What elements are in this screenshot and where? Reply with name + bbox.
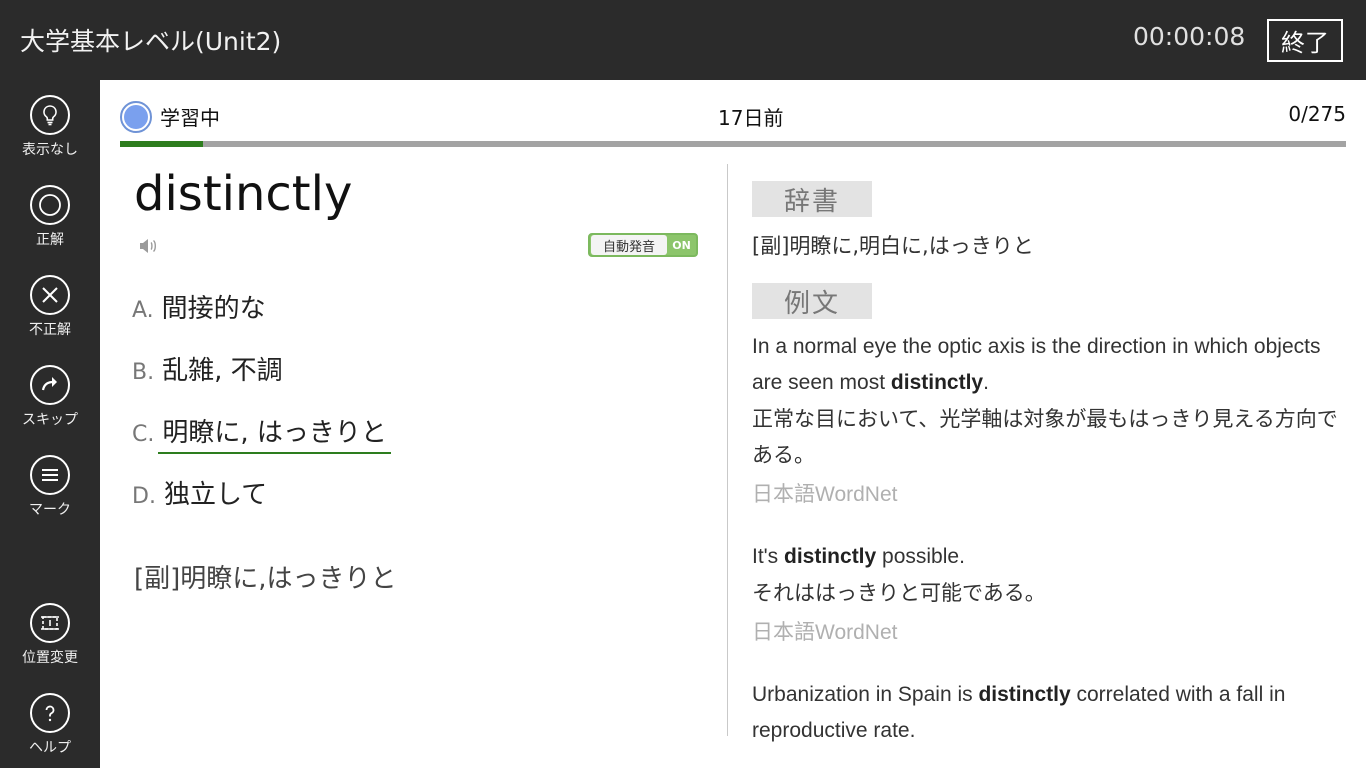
choice-letter: A. [132, 298, 154, 323]
choice-d[interactable]: D. 独立して [132, 474, 267, 511]
choice-letter: C. [132, 422, 155, 447]
progress-count: 0/275 [1288, 102, 1346, 126]
sidebar-item-skip[interactable]: スキップ [0, 365, 100, 445]
auto-pronounce-toggle[interactable]: 自動発音 ON [588, 233, 698, 257]
example-sentence: Urbanization in Spain is distinctly corr… [752, 677, 1346, 749]
auto-pronounce-label: 自動発音 [591, 235, 667, 255]
sidebar-item-label: マーク [29, 502, 71, 518]
choice-a[interactable]: A. 間接的な [132, 288, 266, 325]
examples-heading: 例文 [752, 283, 872, 319]
app-title: 大学基本レベル(Unit2) [20, 27, 282, 56]
sidebar-item-reposition[interactable]: 位置変更 [0, 603, 100, 683]
example-english: It's distinctly possible. [752, 545, 965, 568]
dictionary-heading: 辞書 [752, 181, 872, 217]
example-english: Urbanization in Spain is distinctly corr… [752, 683, 1286, 742]
choice-c[interactable]: C. 明瞭に, はっきりと [132, 412, 391, 454]
choice-letter: D. [132, 484, 156, 509]
example-sentence: It's distinctly possible. それははっきりと可能である。… [752, 539, 1346, 651]
end-button[interactable]: 終了 [1267, 19, 1343, 62]
sidebar-item-help[interactable]: ヘルプ [0, 693, 100, 773]
choice-text: 間接的な [161, 294, 266, 324]
help-icon [30, 693, 70, 733]
sidebar-item-incorrect[interactable]: 不正解 [0, 275, 100, 355]
sidebar-item-label: 正解 [36, 232, 64, 248]
panel-divider [727, 164, 728, 736]
status-row: 学習中 17日前 0/275 [120, 98, 1346, 134]
arrow-right-icon [30, 365, 70, 405]
example-source: 日本語WordNet [752, 483, 898, 506]
example-japanese: 正常な目において、光学軸は対象が最もはっきり見える方向である。 [752, 407, 1338, 467]
auto-pronounce-state: ON [672, 238, 691, 252]
sidebar-item-label: 不正解 [29, 322, 71, 338]
elapsed-timer: 00:00:08 [1133, 22, 1246, 51]
menu-icon [30, 455, 70, 495]
top-bar: 大学基本レベル(Unit2) 00:00:08 終了 [0, 0, 1366, 80]
status-label: 学習中 [160, 106, 220, 130]
choice-text: 独立して [163, 480, 268, 510]
example-source: 日本語WordNet [752, 621, 898, 644]
question-word: distinctly [134, 166, 353, 222]
sidebar-item-label: スキップ [22, 412, 78, 428]
x-icon [30, 275, 70, 315]
progress-bar [120, 141, 1346, 147]
circle-icon [30, 185, 70, 225]
dictionary-definition: [副]明瞭に,明白に,はっきりと [752, 234, 1034, 258]
reposition-icon [30, 603, 70, 643]
sidebar: 表示なし 正解 不正解 スキップ マーク 位置変更 ヘルプ [0, 80, 100, 768]
example-english: In a normal eye the optic axis is the di… [752, 335, 1321, 394]
speaker-icon[interactable] [138, 236, 158, 256]
example-japanese: それははっきりと可能である。 [752, 581, 1046, 605]
sidebar-item-mark[interactable]: マーク [0, 455, 100, 535]
meaning-text: [副]明瞭に,はっきりと [134, 564, 397, 594]
choice-b[interactable]: B. 乱雑, 不調 [132, 350, 283, 387]
choice-text: 明瞭に, はっきりと [158, 418, 391, 454]
sidebar-item-no-display[interactable]: 表示なし [0, 95, 100, 175]
sidebar-item-label: ヘルプ [29, 740, 71, 756]
sidebar-item-label: 表示なし [22, 142, 78, 158]
sidebar-item-correct[interactable]: 正解 [0, 185, 100, 265]
choice-text: 乱雑, 不調 [162, 356, 283, 386]
choice-letter: B. [132, 360, 155, 385]
sidebar-item-label: 位置変更 [22, 650, 78, 666]
last-studied-label: 17日前 [718, 106, 784, 130]
example-sentence: In a normal eye the optic axis is the di… [752, 329, 1346, 513]
lightbulb-icon [30, 95, 70, 135]
status-indicator-icon [120, 101, 152, 133]
progress-bar-fill [120, 141, 204, 147]
